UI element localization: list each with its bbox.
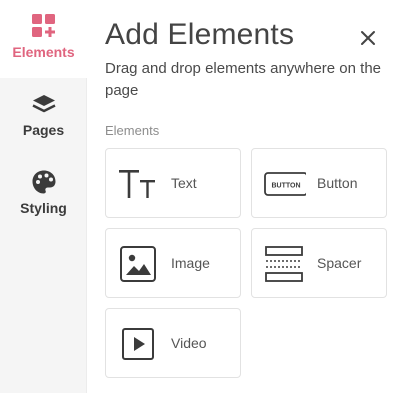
sidebar-item-pages[interactable]: Pages — [0, 78, 87, 156]
app: Elements Pages Styling Add Elements Drag… — [0, 0, 406, 393]
panel-title: Add Elements — [105, 18, 295, 51]
sidebar: Elements Pages Styling — [0, 0, 87, 393]
sidebar-item-label: Elements — [12, 44, 75, 60]
element-card-label: Spacer — [317, 255, 362, 271]
element-card-text[interactable]: Text — [105, 148, 241, 218]
video-icon — [122, 328, 154, 360]
sidebar-item-styling[interactable]: Styling — [0, 156, 87, 234]
grid-plus-icon — [31, 14, 55, 37]
element-card-image[interactable]: Image — [105, 228, 241, 298]
image-icon — [120, 246, 156, 282]
spacer-icon — [265, 246, 303, 282]
sidebar-item-label: Styling — [20, 200, 67, 216]
close-icon[interactable] — [356, 26, 380, 50]
add-elements-panel: Add Elements Drag and drop elements anyw… — [88, 0, 406, 393]
text-type-icon — [119, 170, 155, 198]
element-card-label: Image — [171, 255, 210, 271]
section-label: Elements — [105, 123, 160, 138]
element-card-label: Video — [171, 335, 207, 351]
layers-icon — [31, 95, 56, 113]
element-card-button[interactable]: BUTTON Button — [251, 148, 387, 218]
button-icon: BUTTON — [264, 172, 306, 196]
palette-icon — [32, 170, 55, 194]
element-card-video[interactable]: Video — [105, 308, 241, 378]
sidebar-item-label: Pages — [22, 122, 65, 138]
element-card-spacer[interactable]: Spacer — [251, 228, 387, 298]
button-icon-text: BUTTON — [271, 183, 300, 190]
panel-subtitle: Drag and drop elements anywhere on the p… — [105, 60, 382, 99]
sidebar-item-elements[interactable]: Elements — [0, 0, 87, 78]
element-card-label: Button — [317, 175, 358, 191]
element-card-label: Text — [171, 175, 197, 191]
